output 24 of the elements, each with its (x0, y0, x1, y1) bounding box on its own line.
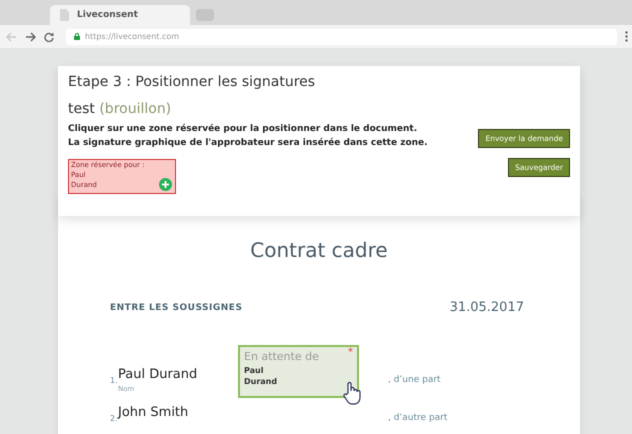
party-role: , d’autre part (388, 413, 448, 423)
signature-zone[interactable]: * En attente de Paul Durand (238, 345, 359, 398)
party-number: 1. (110, 376, 118, 385)
add-icon[interactable] (159, 178, 172, 191)
zone-status: En attente de (244, 350, 320, 363)
party-role: , d’une part (388, 375, 441, 385)
required-mark: * (348, 347, 353, 358)
reload-icon[interactable] (44, 32, 54, 42)
forward-icon[interactable] (25, 32, 36, 42)
party-name: Paul Durand (118, 367, 198, 382)
signer-name: Paul Durand (244, 366, 278, 388)
document-date: 31.05.2017 (450, 300, 524, 315)
lock-icon (74, 33, 80, 40)
browser-tab[interactable]: Liveconsent (50, 5, 190, 25)
menu-icon[interactable] (625, 31, 628, 42)
hand-cursor-icon (343, 381, 363, 405)
step-title: Etape 3 : Positionner les signatures (68, 74, 316, 90)
party-number: 2. (110, 414, 118, 423)
page-icon (60, 9, 69, 21)
instructions: Cliquer sur une zone réservée pour la positionner dans le document. La signature graphique de l'approbateur sera insérée dans cette zone. (68, 123, 428, 150)
document-title: Contrat cadre (249, 238, 389, 262)
document-name: test (brouillon) (68, 101, 172, 117)
section-heading: ENTRE LES SOUSSIGNES (110, 302, 242, 312)
party-name: John Smith (118, 405, 188, 420)
